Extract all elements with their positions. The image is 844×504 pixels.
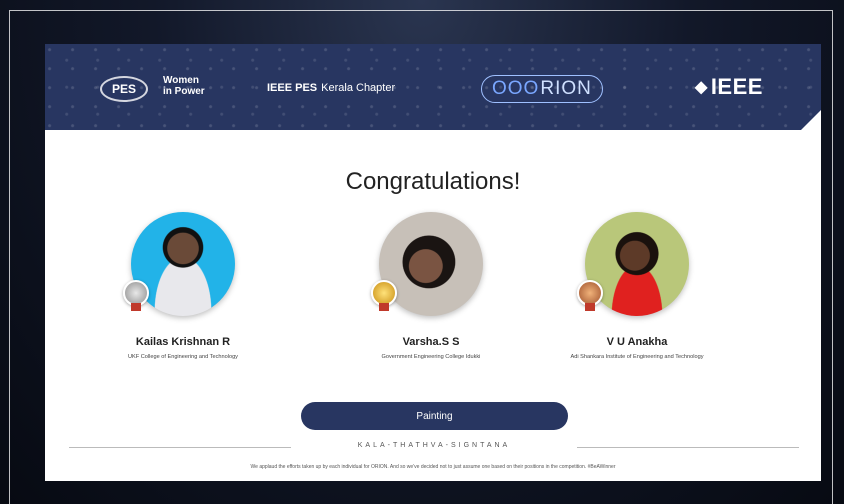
page-title: Congratulations! — [345, 168, 521, 195]
winner-institution: Adi Shankara Institute of Engineering an… — [570, 354, 704, 360]
winner-institution: UKF College of Engineering and Technolog… — [128, 354, 238, 360]
ieee-logo: ◆ IEEE — [695, 74, 763, 100]
category-pill: Painting — [301, 402, 568, 430]
motto-text: KALA-THATHVA-SIGNTANA — [357, 442, 511, 449]
chapter-bold-text: IEEE PES — [267, 82, 318, 94]
footer-note: We applaud the efforts taken up by each … — [250, 464, 616, 470]
winner-card: V U Anakha Adi Shankara Institute of Eng… — [537, 212, 737, 361]
winner-name: V U Anakha — [606, 336, 668, 348]
silver-medal-icon — [123, 280, 149, 311]
divider-right — [577, 447, 799, 448]
ieee-diamond-icon: ◆ — [695, 79, 708, 96]
winner-name: Kailas Krishnan R — [135, 336, 231, 348]
wip-logo-line2: in Power — [163, 86, 205, 97]
orion-rings-icon: OOO — [492, 78, 540, 99]
orion-logo: OOO RION — [481, 75, 603, 103]
chapter-logo: IEEE PES Kerala Chapter — [267, 82, 395, 94]
certificate-card: PES Women in Power IEEE PES Kerala Chapt… — [45, 44, 821, 481]
winner-card: Kailas Krishnan R UKF College of Enginee… — [83, 212, 283, 361]
bronze-medal-icon — [577, 280, 603, 311]
winner-card: Varsha.S S Government Engineering Colleg… — [331, 212, 531, 361]
pes-logo-text: PES — [111, 82, 136, 96]
women-in-power-logo: Women in Power — [163, 75, 205, 97]
gold-medal-icon — [371, 280, 397, 311]
ieee-pes-logo: PES — [100, 76, 148, 102]
background: PES Women in Power IEEE PES Kerala Chapt… — [0, 0, 844, 504]
divider-left — [69, 447, 291, 448]
winner-institution: Government Engineering College Idukki — [381, 354, 481, 360]
winner-name: Varsha.S S — [402, 336, 460, 348]
header-banner: PES Women in Power IEEE PES Kerala Chapt… — [45, 44, 821, 130]
ieee-logo-text: IEEE — [710, 74, 763, 99]
banner-corner-cut — [801, 110, 821, 130]
wip-logo-line1: Women — [163, 75, 199, 86]
chapter-light-text: Kerala Chapter — [321, 82, 396, 94]
orion-logo-text: RION — [540, 78, 592, 99]
